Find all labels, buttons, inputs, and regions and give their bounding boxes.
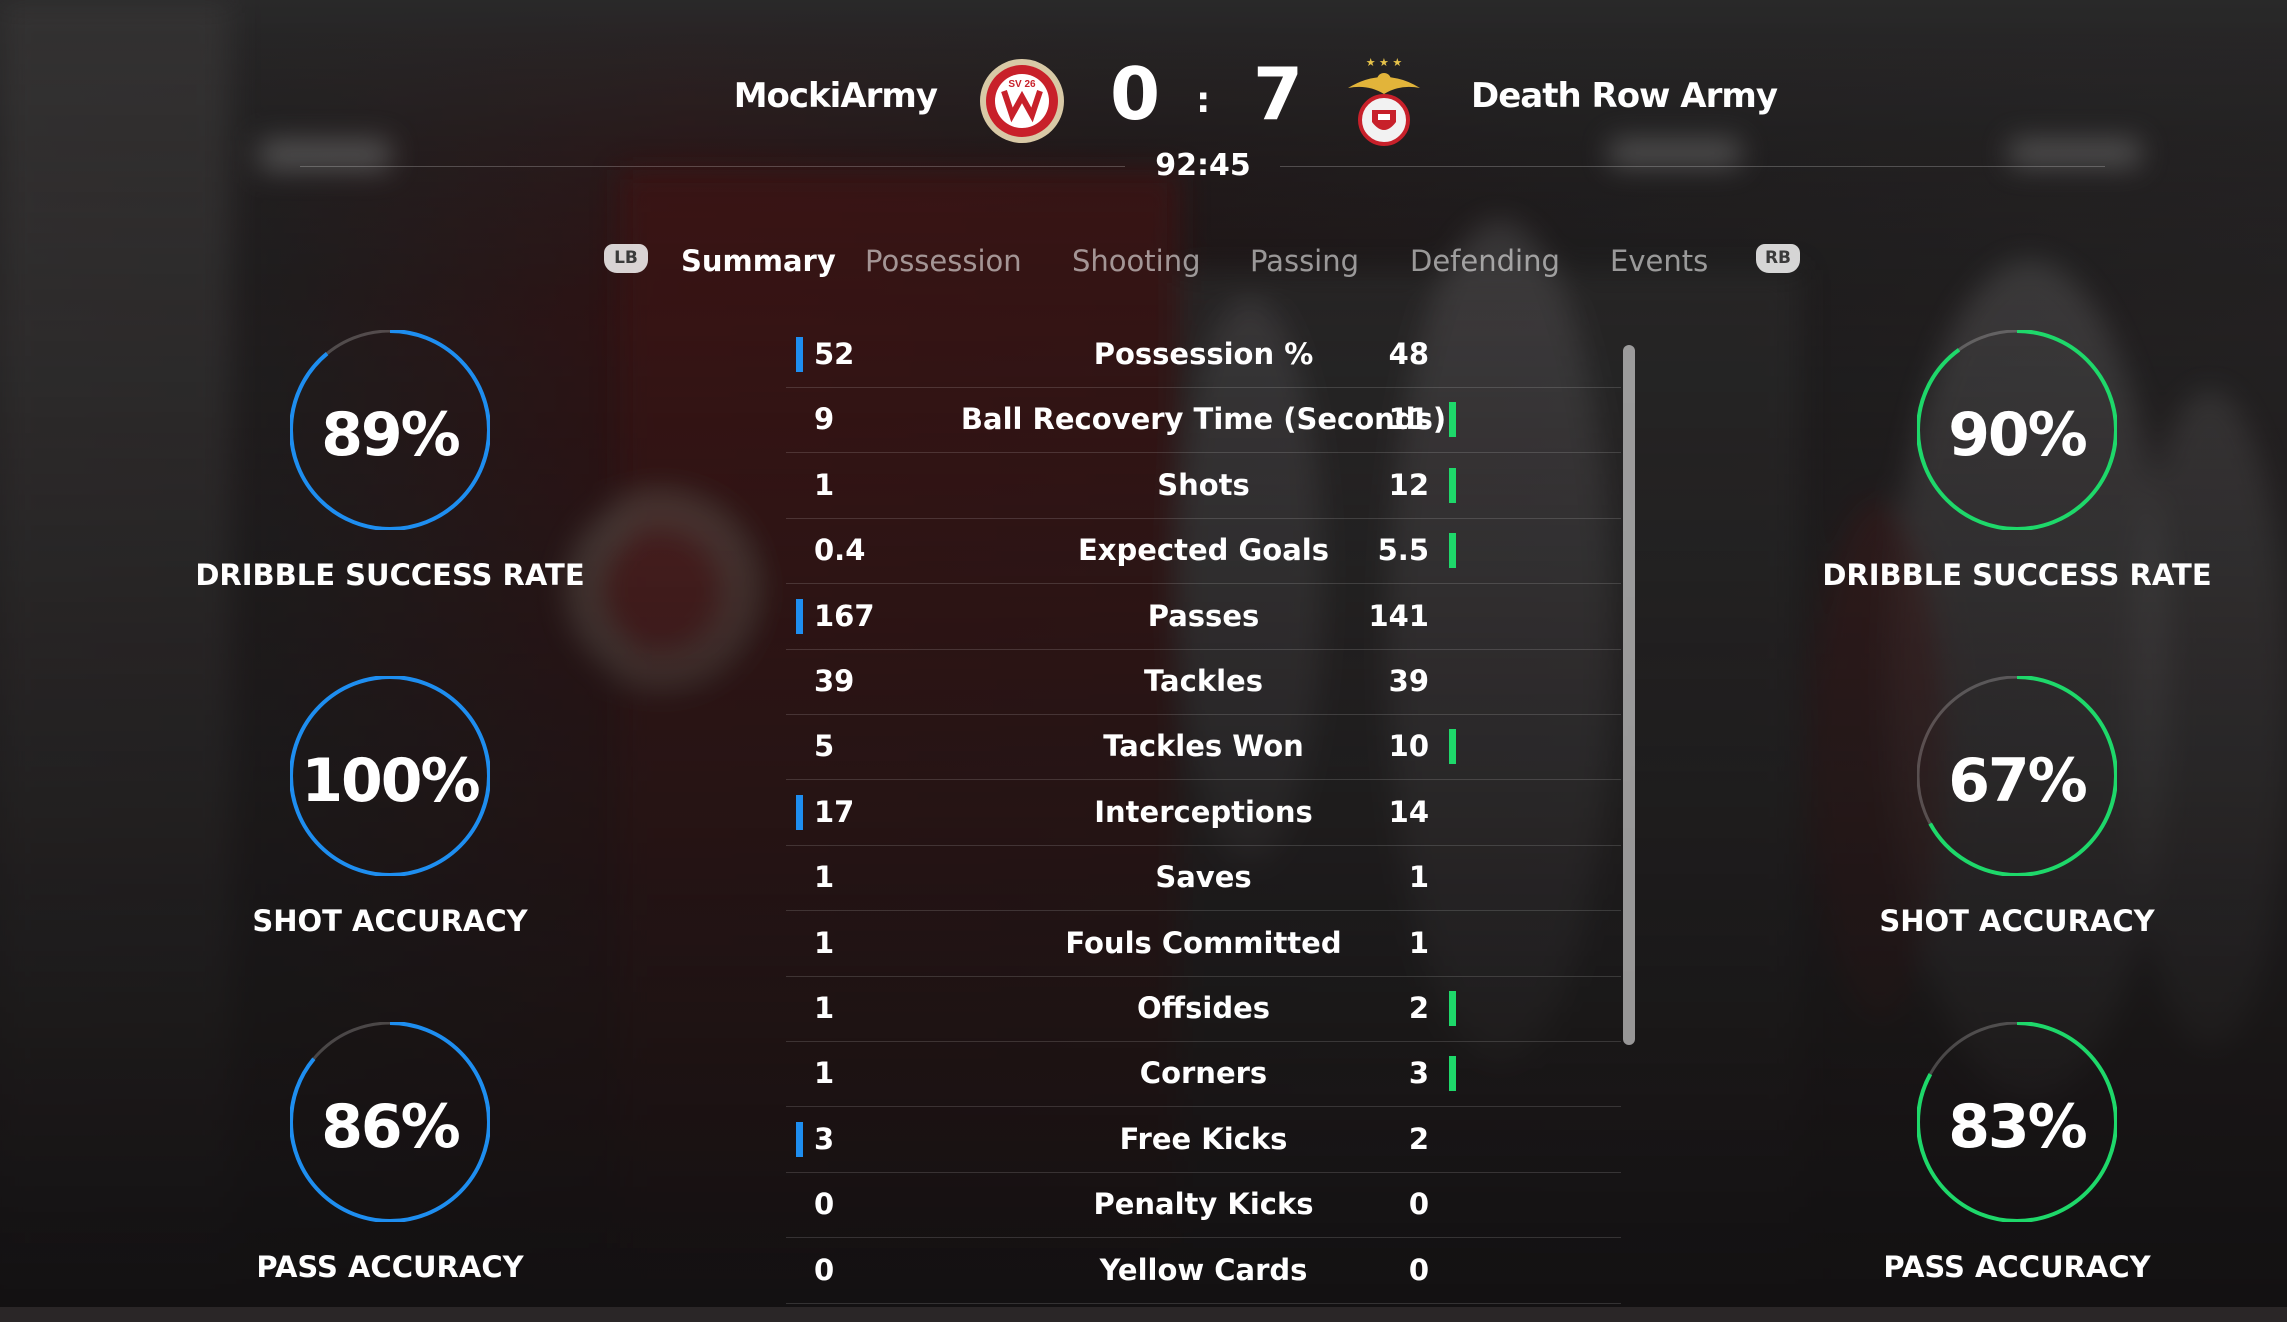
stat-away-value: 2 [1408,991,1429,1025]
stat-away-value: 0 [1408,1252,1429,1287]
gauge-label: DRIBBLE SUCCESS RATE [195,558,585,592]
svg-text:★ ★ ★: ★ ★ ★ [1366,56,1403,69]
tab-events[interactable]: Events [1610,244,1708,278]
away-team-crest-icon: ★ ★ ★ [1348,56,1420,146]
gauge-label: PASS ACCURACY [256,1250,524,1284]
stat-label: Expected Goals [1077,533,1330,568]
stat-row: 52 Possession % 48 [786,322,1621,388]
stat-away-value: 11 [1388,402,1429,437]
home-score: 0 [1110,52,1161,136]
home-gauge: 86% PASS ACCURACY [180,1022,600,1322]
stat-label: Passes [1147,598,1260,633]
stat-row: 1 Corners 3 [786,1041,1621,1108]
home-team-name: MockiArmy [733,76,938,116]
stat-label: Corners [1139,1056,1268,1091]
rb-bumper-icon[interactable]: RB [1756,244,1800,273]
gauge-value: 83% [1948,1092,2088,1162]
tab-passing[interactable]: Passing [1250,244,1359,278]
stats-tab-bar: LB Summary Possession Shooting Passing D… [0,240,2287,290]
stat-away-value: 0 [1408,1187,1429,1222]
stat-label: Fouls Committed [1065,925,1342,960]
stat-away-value: 48 [1388,337,1429,371]
tab-shooting[interactable]: Shooting [1072,244,1201,278]
stat-row: 0 Penalty Kicks 0 [786,1172,1621,1239]
stat-away-value: 10 [1388,729,1429,764]
stat-away-value: 12 [1388,467,1429,502]
home-gauge: 89% DRIBBLE SUCCESS RATE [180,330,600,630]
away-gauge: 67% SHOT ACCURACY [1807,676,2227,976]
stat-away-value: 1 [1408,860,1429,895]
away-gauge: 83% PASS ACCURACY [1807,1022,2227,1322]
stat-label: Tackles Won [1103,729,1304,764]
gauge-label: SHOT ACCURACY [1879,904,2155,938]
stat-row: 9 Ball Recovery Time (Seconds) 11 [786,387,1621,454]
score-separator: : [1196,80,1211,121]
tab-defending[interactable]: Defending [1410,244,1560,278]
gauge-value: 89% [321,400,461,470]
home-team-crest-icon: SV 26 [980,59,1064,143]
stat-away-value: 5.5 [1377,533,1429,568]
gauge-value: 86% [321,1092,461,1162]
away-team-name: Death Row Army [1471,76,1778,116]
gauge-value: 100% [301,746,480,816]
stat-row: 1 Fouls Committed 1 [786,911,1621,977]
stat-label: Shots [1157,467,1250,502]
stat-away-value: 39 [1388,664,1429,698]
away-gauge: 90% DRIBBLE SUCCESS RATE [1807,330,2227,630]
stat-row: 5 Tackles Won 10 [786,714,1621,781]
gauge-value: 67% [1948,746,2088,816]
stat-away-value: 1 [1408,925,1429,960]
stat-row: 3 Free Kicks 2 [786,1107,1621,1173]
score-header: MockiArmy SV 26 0 : 7 ★ ★ ★ Death Row Ar… [0,0,2287,200]
stat-label: Saves [1155,860,1252,895]
stat-away-value: 3 [1408,1056,1429,1091]
stat-label: Ball Recovery Time (Seconds) [960,402,1447,437]
stat-row: 0 Yellow Cards 0 [786,1238,1621,1304]
gauge-label: SHOT ACCURACY [252,904,528,938]
stat-label: Penalty Kicks [1093,1187,1314,1222]
stats-scrollbar[interactable] [1623,345,1635,1045]
stats-table: 52 Possession % 48 9 Ball Recovery Time (Sec… [786,322,1621,1307]
stat-label: Offsides [1136,991,1271,1025]
stat-row: 1 Saves 1 [786,845,1621,912]
stat-row: 39 Tackles 39 [786,649,1621,715]
header-divider-left [300,166,1125,167]
gauge-label: DRIBBLE SUCCESS RATE [1822,558,2212,592]
stat-label: Tackles [1144,664,1263,698]
lb-bumper-icon[interactable]: LB [604,244,648,273]
stat-away-value: 14 [1388,794,1429,829]
tab-summary[interactable]: Summary [681,244,836,278]
stat-label: Interceptions [1094,794,1313,829]
match-clock: 92:45 [1155,148,1251,183]
stat-label: Yellow Cards [1099,1252,1308,1287]
home-crest-text: SV 26 [1008,79,1036,90]
gauge-label: PASS ACCURACY [1883,1250,2151,1284]
stat-row: 17 Interceptions 14 [786,780,1621,846]
stat-row: 1 Shots 12 [786,453,1621,519]
stat-away-value: 141 [1368,598,1429,633]
stat-row: 0.4 Expected Goals 5.5 [786,518,1621,585]
stat-label: Possession % [1093,337,1314,371]
tab-possession[interactable]: Possession [865,244,1022,278]
stat-away-value: 2 [1408,1121,1429,1156]
away-score: 7 [1253,52,1304,136]
stat-row: 1 Offsides 2 [786,976,1621,1042]
stat-row: 167 Passes 141 [786,584,1621,650]
header-divider-right [1280,166,2105,167]
home-gauge: 100% SHOT ACCURACY [180,676,600,976]
stat-label: Free Kicks [1119,1121,1288,1156]
gauge-value: 90% [1948,400,2088,470]
